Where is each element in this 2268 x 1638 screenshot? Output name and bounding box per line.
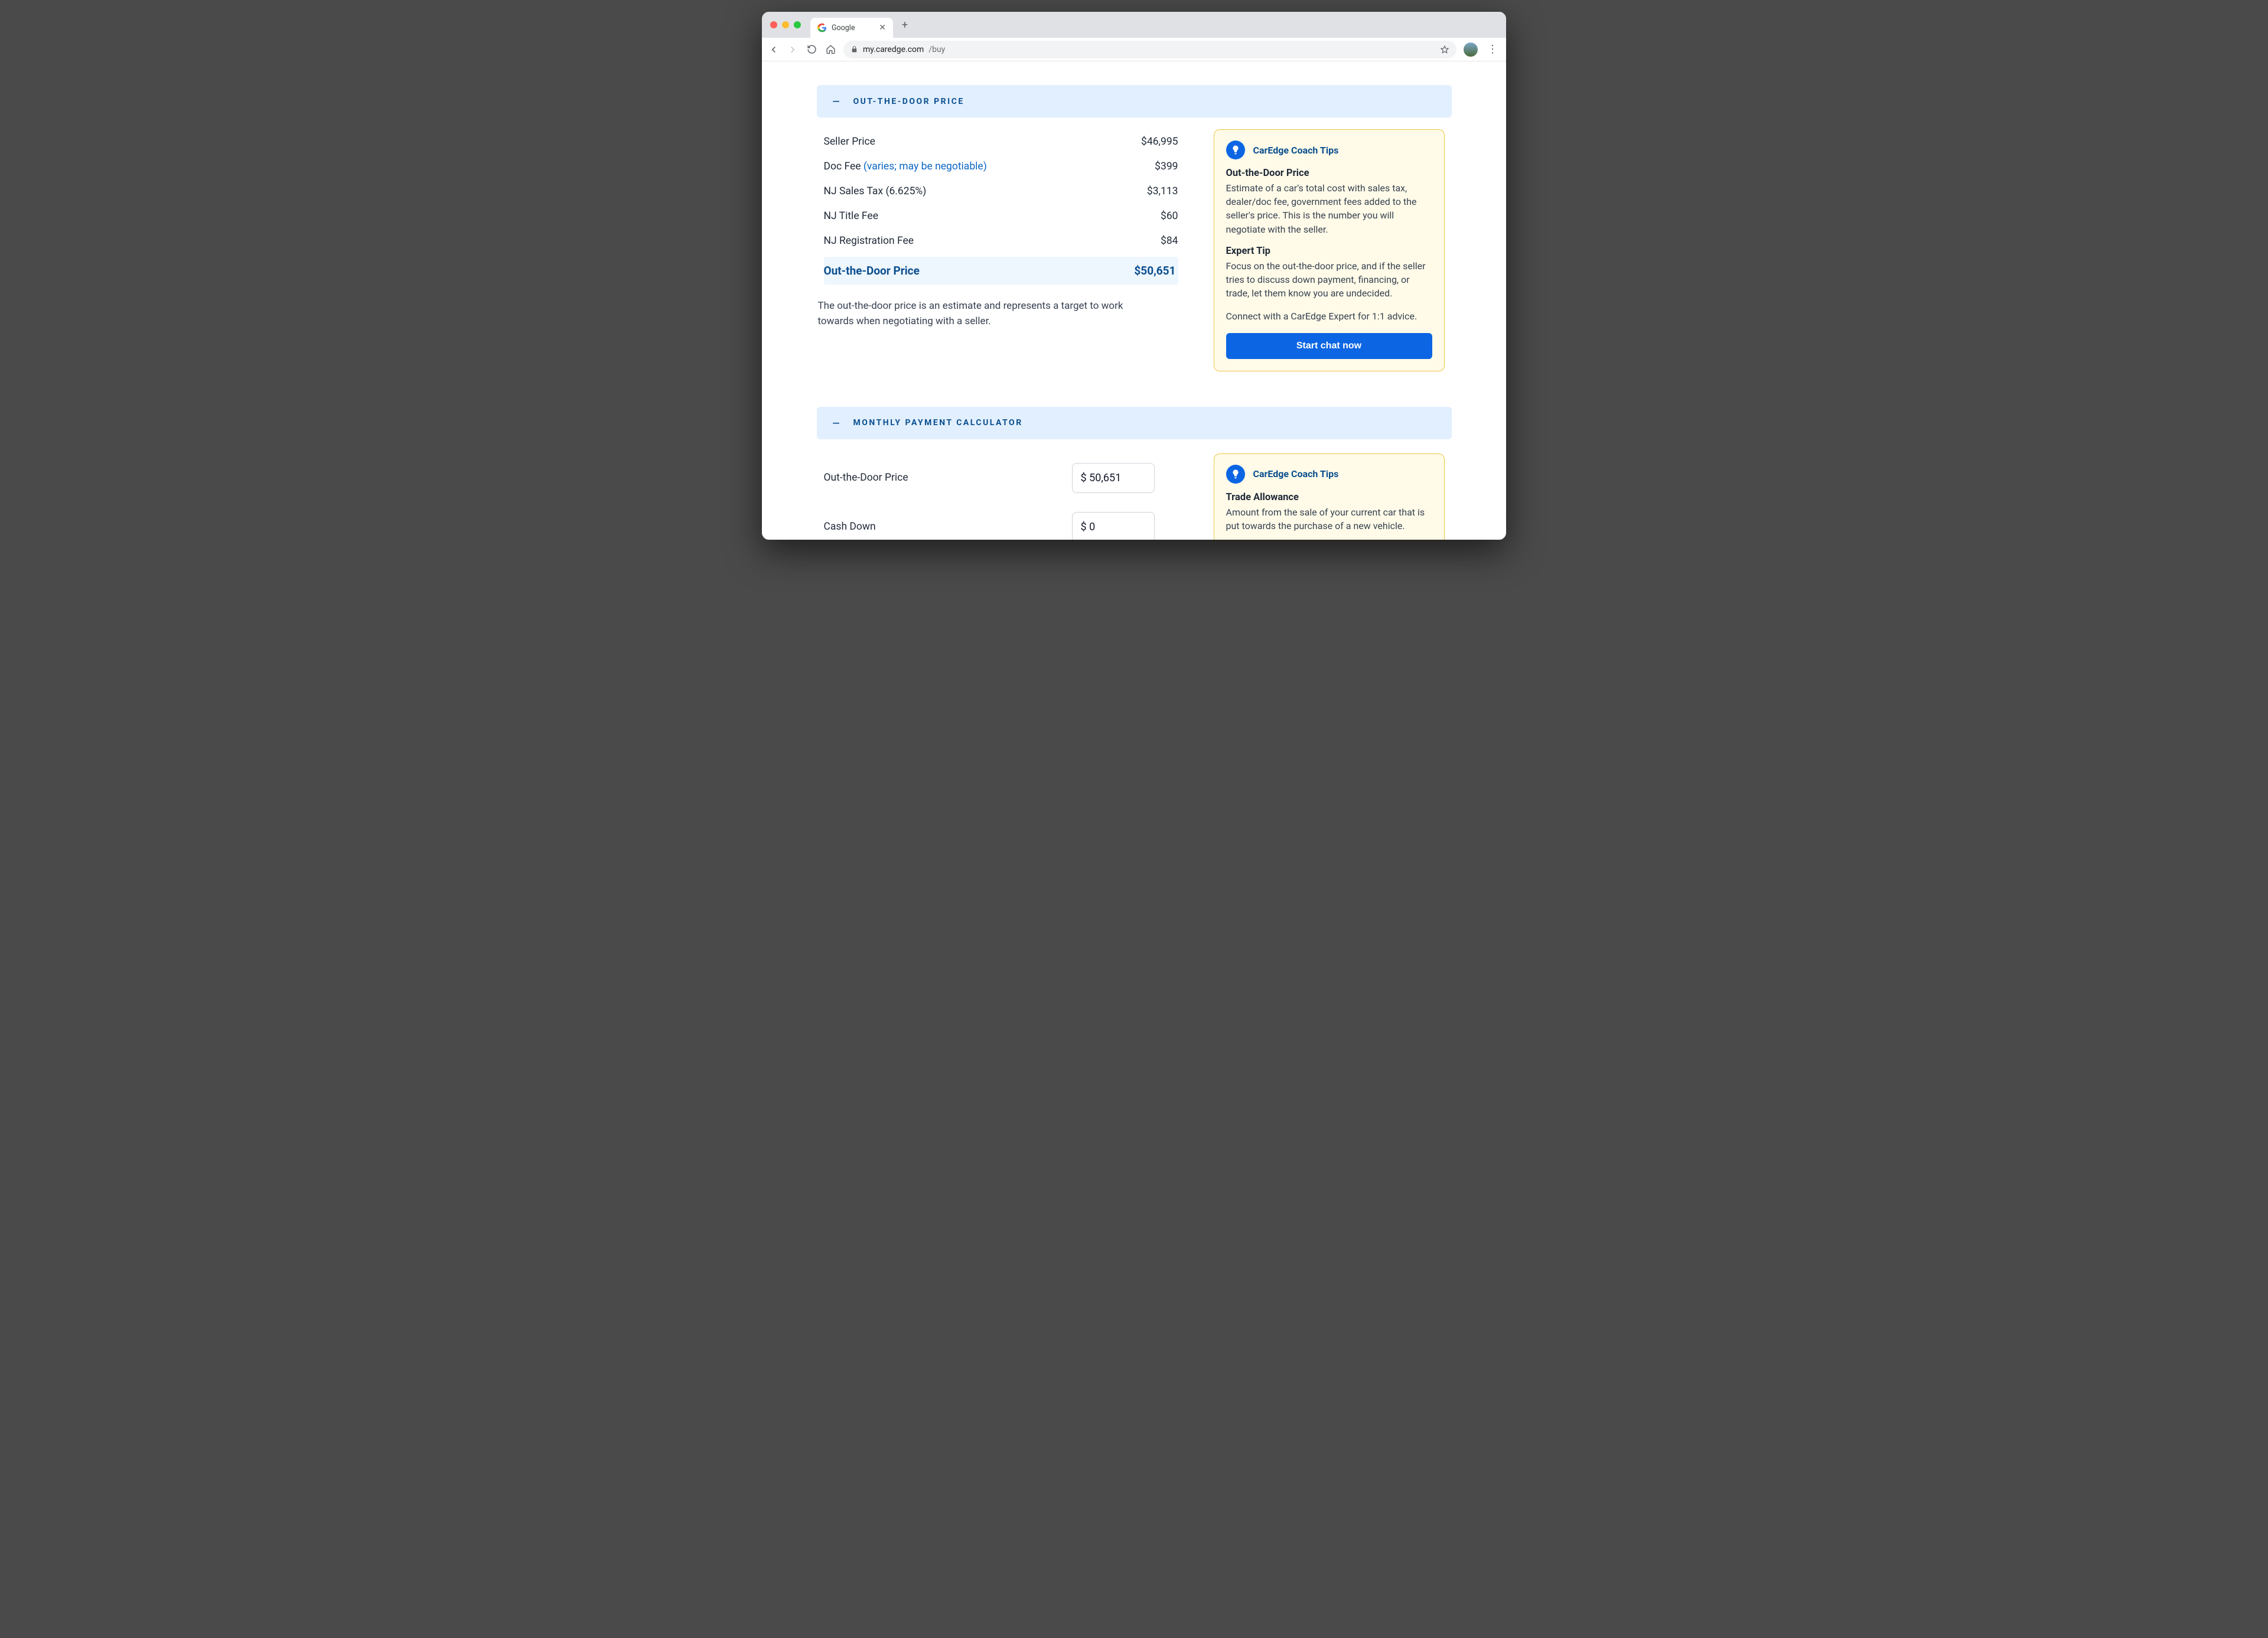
window-controls: [770, 21, 801, 28]
google-favicon: [817, 23, 827, 32]
calc-row-otd: Out-the-Door Price $ 50,651: [824, 453, 1155, 503]
line-item: NJ Registration Fee $84: [824, 229, 1178, 253]
collapse-icon: —: [831, 417, 842, 429]
otd-footnote: The out-the-door price is an estimate an…: [818, 299, 1161, 329]
line-item-value: $84: [1161, 235, 1178, 247]
tip-text: Connect with a CarEdge Expert for 1:1 ad…: [1226, 309, 1432, 323]
line-item: NJ Sales Tax (6.625%) $3,113: [824, 179, 1178, 204]
minimize-window-button[interactable]: [782, 21, 789, 28]
otd-total-row: Out-the-Door Price $50,651: [824, 257, 1178, 285]
coach-tips-title: CarEdge Coach Tips: [1253, 145, 1339, 156]
tab-strip: Google ✕ +: [762, 12, 1506, 38]
line-item-value: $46,995: [1141, 136, 1178, 148]
tip-text: Estimate of a car's total cost with sale…: [1226, 181, 1432, 236]
browser-menu-button[interactable]: ⋮: [1485, 43, 1500, 56]
fullscreen-window-button[interactable]: [794, 21, 801, 28]
calc-label: Cash Down: [824, 521, 876, 533]
lightbulb-icon: [1226, 465, 1245, 484]
page-content: — OUT-THE-DOOR PRICE Seller Price $46,99…: [817, 61, 1452, 540]
url-domain: my.caredge.com: [863, 45, 924, 54]
line-item-label: Seller Price: [824, 136, 875, 148]
new-tab-button[interactable]: +: [897, 17, 913, 33]
calculator-form: Out-the-Door Price $ 50,651 Cash Down $ …: [824, 453, 1178, 540]
calc-label: Out-the-Door Price: [824, 472, 908, 484]
line-item-label: NJ Sales Tax (6.625%): [824, 185, 927, 197]
lock-icon: [850, 45, 858, 53]
tip-heading: Out-the-Door Price: [1226, 168, 1432, 179]
home-button[interactable]: [825, 44, 836, 56]
tip-text: Focus on the out-the-door price, and if …: [1226, 259, 1432, 301]
tip-text: Amount from the sale of your current car…: [1226, 505, 1432, 533]
line-item-note[interactable]: (varies; may be negotiable): [863, 161, 987, 172]
line-item-label: NJ Title Fee: [824, 210, 879, 222]
line-item: NJ Title Fee $60: [824, 204, 1178, 229]
line-item-value: $60: [1161, 210, 1178, 222]
input-value: $ 50,651: [1081, 472, 1122, 484]
browser-tab[interactable]: Google ✕: [810, 18, 893, 38]
line-item-label: NJ Registration Fee: [824, 235, 914, 247]
address-bar[interactable]: my.caredge.com/buy: [843, 41, 1456, 58]
calc-section-title: MONTHLY PAYMENT CALCULATOR: [853, 418, 1023, 428]
reload-button[interactable]: [806, 44, 817, 56]
bookmark-star-icon[interactable]: [1440, 45, 1449, 54]
otd-section-header[interactable]: — OUT-THE-DOOR PRICE: [817, 85, 1452, 118]
page-viewport: — OUT-THE-DOOR PRICE Seller Price $46,99…: [762, 61, 1506, 540]
otd-section-title: OUT-THE-DOOR PRICE: [853, 97, 964, 106]
line-item: Doc Fee (varies; may be negotiable) $399: [824, 154, 1178, 179]
cash-down-input[interactable]: $ 0: [1072, 512, 1155, 540]
tip-heading: Expert Tip: [1226, 246, 1432, 257]
line-item: Seller Price $46,995: [824, 129, 1178, 154]
input-value: $ 0: [1081, 521, 1096, 533]
otd-total-value: $50,651: [1134, 264, 1175, 278]
otd-price-input[interactable]: $ 50,651: [1072, 463, 1155, 493]
coach-tips-card: CarEdge Coach Tips Trade Allowance Amoun…: [1214, 453, 1445, 540]
calc-row-cash: Cash Down $ 0: [824, 503, 1155, 540]
close-tab-button[interactable]: ✕: [879, 23, 886, 32]
profile-avatar[interactable]: [1464, 43, 1478, 57]
line-item-value: $399: [1155, 161, 1178, 172]
browser-toolbar: my.caredge.com/buy ⋮: [762, 38, 1506, 61]
collapse-icon: —: [831, 96, 842, 107]
forward-button[interactable]: [787, 44, 799, 56]
line-item-value: $3,113: [1147, 185, 1178, 197]
close-window-button[interactable]: [770, 21, 777, 28]
url-path: /buy: [928, 45, 945, 54]
tip-heading: Trade Allowance: [1226, 492, 1432, 503]
otd-line-items: Seller Price $46,995 Doc Fee (varies; ma…: [824, 129, 1178, 329]
tab-title: Google: [832, 24, 855, 32]
lightbulb-icon: [1226, 141, 1245, 159]
browser-window: Google ✕ + my.caredge.com/buy ⋮: [762, 12, 1506, 540]
coach-tips-card: CarEdge Coach Tips Out-the-Door Price Es…: [1214, 129, 1445, 371]
line-item-label: Doc Fee: [824, 161, 863, 172]
calc-section-header[interactable]: — MONTHLY PAYMENT CALCULATOR: [817, 407, 1452, 439]
coach-tips-title: CarEdge Coach Tips: [1253, 468, 1339, 479]
otd-total-label: Out-the-Door Price: [824, 264, 920, 278]
start-chat-button[interactable]: Start chat now: [1226, 333, 1432, 359]
back-button[interactable]: [768, 44, 780, 56]
